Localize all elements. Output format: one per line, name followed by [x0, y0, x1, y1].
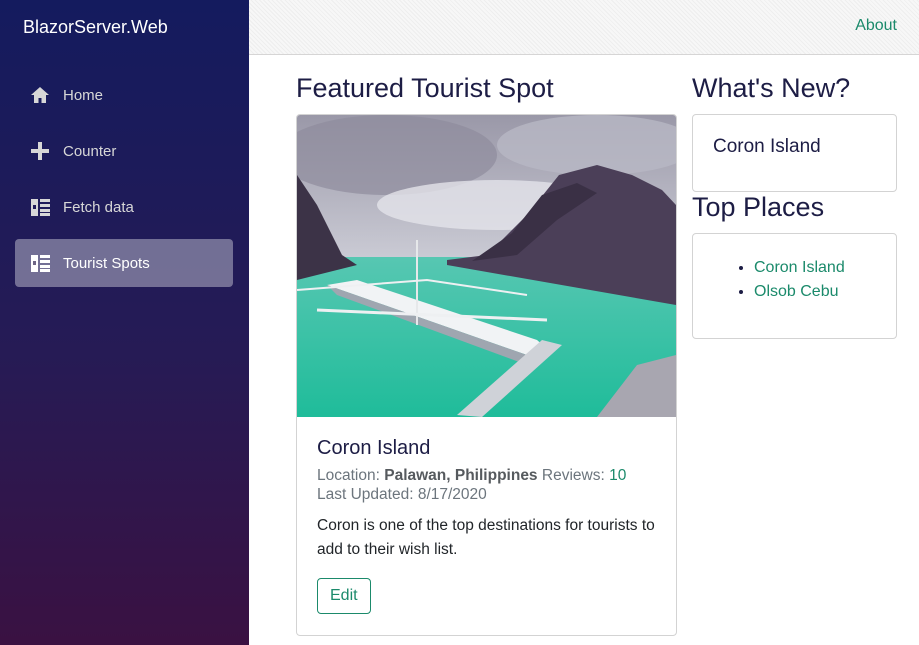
sidebar-item-home[interactable]: Home — [15, 71, 233, 119]
list-item: Coron Island — [754, 256, 876, 280]
plus-icon — [30, 141, 50, 161]
sidebar-item-label: Home — [63, 86, 104, 104]
sidebar-item-tourist-spots[interactable]: Tourist Spots — [15, 239, 233, 287]
list-icon — [30, 197, 50, 217]
sidebar-item-fetch-data[interactable]: Fetch data — [15, 183, 233, 231]
sidebar-item-label: Tourist Spots — [63, 254, 150, 272]
top-places-list: Coron Island Olsob Cebu — [733, 256, 876, 304]
reviews-label: Reviews: — [541, 467, 605, 484]
reviews-count: 10 — [609, 467, 627, 484]
list-item: Olsob Cebu — [754, 280, 876, 304]
location-value: Palawan, Philippines — [384, 467, 538, 484]
featured-heading: Featured Tourist Spot — [296, 73, 554, 103]
location-label: Location: — [317, 467, 380, 484]
home-icon — [30, 85, 50, 105]
top-places-card: Coron Island Olsob Cebu — [692, 233, 897, 339]
sidebar-item-label: Fetch data — [63, 198, 134, 216]
about-link[interactable]: About — [855, 17, 897, 35]
top-places-heading: Top Places — [692, 192, 825, 222]
spot-description: Coron is one of the top destinations for… — [317, 517, 655, 558]
spot-meta: Location: Palawan, Philippines Reviews: … — [317, 466, 656, 504]
whats-new-heading: What's New? — [692, 73, 851, 103]
updated-label: Last Updated: — [317, 486, 414, 503]
sidebar-item-counter[interactable]: Counter — [15, 127, 233, 175]
sidebar-item-label: Counter — [63, 142, 117, 160]
tourist-spot-photo — [297, 115, 676, 417]
brand-title[interactable]: BlazorServer.Web — [0, 0, 249, 56]
edit-button[interactable]: Edit — [317, 578, 371, 614]
list-icon — [30, 253, 50, 273]
top-place-link[interactable]: Coron Island — [754, 259, 845, 276]
featured-card: Coron Island Location: Palawan, Philippi… — [296, 114, 677, 636]
whats-new-card: Coron Island — [692, 114, 897, 192]
updated-value: 8/17/2020 — [417, 486, 487, 503]
top-bar: About — [249, 0, 919, 55]
sidebar: BlazorServer.Web Home Counter Fetch data… — [0, 0, 249, 645]
top-place-link[interactable]: Olsob Cebu — [754, 283, 839, 300]
spot-title: Coron Island — [317, 437, 431, 459]
sidebar-nav: Home Counter Fetch data Tourist Spots — [0, 56, 249, 287]
whats-new-item: Coron Island — [713, 136, 821, 157]
